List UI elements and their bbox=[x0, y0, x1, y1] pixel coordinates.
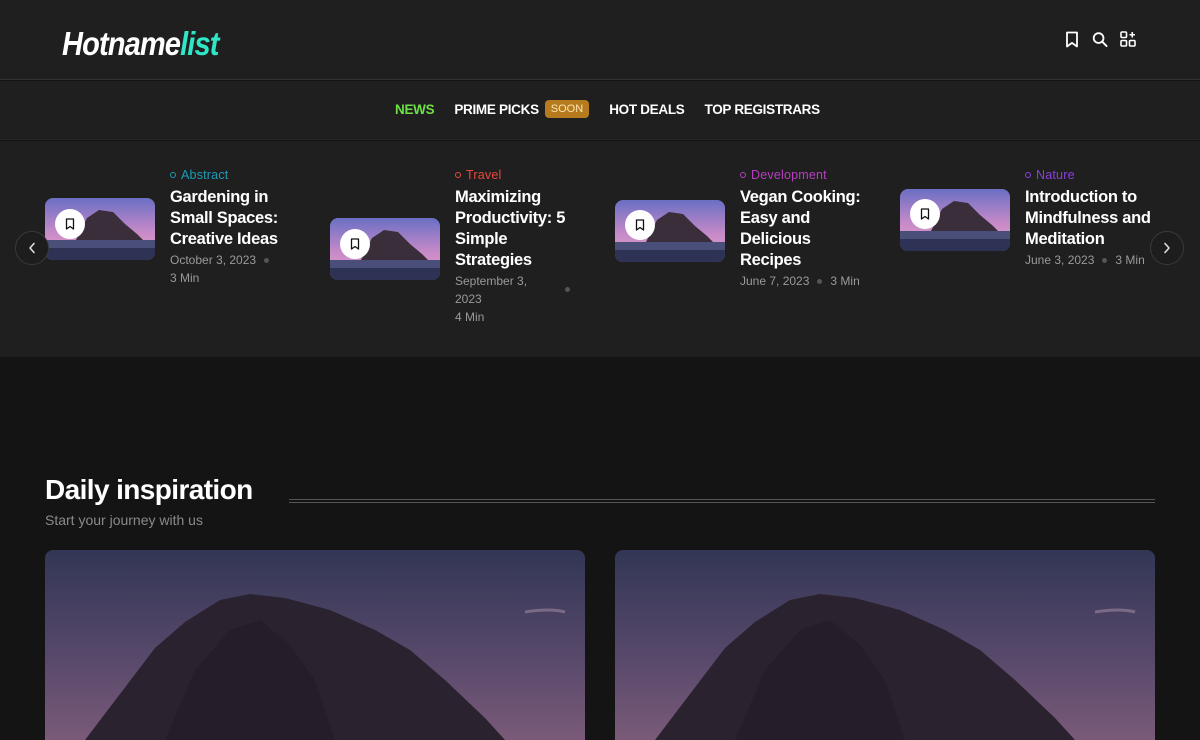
card-date: October 3, 2023 bbox=[170, 253, 257, 267]
card-category-label: Travel bbox=[466, 168, 502, 182]
card-read-time: 3 Min bbox=[170, 271, 200, 285]
bookmark-icon[interactable] bbox=[625, 210, 655, 240]
category-dot-icon bbox=[740, 172, 746, 178]
nav-item-label: NEWS bbox=[395, 101, 435, 117]
card-title[interactable]: Vegan Cooking: Easy and Delicious Recipe… bbox=[740, 187, 868, 271]
card-category[interactable]: Development bbox=[740, 168, 827, 182]
card-category[interactable]: Abstract bbox=[170, 168, 228, 182]
card-category-label: Abstract bbox=[181, 168, 229, 182]
post-card-image[interactable] bbox=[45, 550, 585, 740]
card-date: June 7, 2023 bbox=[740, 274, 810, 288]
card-title[interactable]: Maximizing Productivity: 5 Simple Strate… bbox=[455, 187, 580, 271]
nav-item-news[interactable]: NEWS bbox=[395, 101, 435, 117]
nav-item-prime-picks[interactable]: PRIME PICKS SOON bbox=[454, 100, 590, 118]
search-icon[interactable] bbox=[1092, 30, 1108, 48]
header-actions bbox=[1064, 30, 1136, 48]
bookmark-icon[interactable] bbox=[910, 199, 940, 229]
nav-menu: NEWS PRIME PICKS SOON HOT DEALS TOP REGIS… bbox=[395, 100, 820, 118]
chevron-right-icon bbox=[1164, 242, 1170, 254]
category-dot-icon bbox=[455, 172, 461, 178]
logo-text-primary: Hotname bbox=[62, 25, 181, 62]
card-read-time: 4 Min bbox=[455, 310, 485, 324]
bookmark-icon[interactable] bbox=[1064, 30, 1080, 48]
card-category[interactable]: Travel bbox=[455, 168, 501, 182]
nav-item-hot-deals[interactable]: HOT DEALS bbox=[609, 101, 685, 117]
post-card-image[interactable] bbox=[615, 550, 1155, 740]
nav-item-label: TOP REGISTRARS bbox=[704, 101, 821, 117]
bookmark-icon[interactable] bbox=[340, 229, 370, 259]
card-date: June 3, 2023 bbox=[1025, 253, 1095, 267]
site-logo[interactable]: Hotnamelist bbox=[62, 26, 219, 62]
meta-separator bbox=[1102, 258, 1108, 264]
bookmark-icon[interactable] bbox=[55, 209, 85, 239]
featured-carousel: Abstract Gardening in Small Spaces: Crea… bbox=[0, 141, 1200, 357]
chevron-left-icon bbox=[29, 242, 35, 254]
card-category[interactable]: Nature bbox=[1025, 168, 1075, 182]
meta-separator bbox=[817, 279, 823, 285]
card-category-label: Development bbox=[751, 168, 827, 182]
meta-separator bbox=[264, 258, 270, 264]
card-meta: June 7, 2023 3 Min bbox=[740, 272, 890, 290]
site-header: Hotnamelist bbox=[0, 0, 1200, 80]
meta-separator bbox=[565, 287, 570, 292]
section-subtitle: Start your journey with us bbox=[45, 512, 203, 528]
card-title[interactable]: Gardening in Small Spaces: Creative Idea… bbox=[170, 187, 295, 250]
category-dot-icon bbox=[1025, 172, 1031, 178]
card-read-time: 3 Min bbox=[1115, 253, 1145, 267]
card-category-label: Nature bbox=[1036, 168, 1075, 182]
nav-item-label: PRIME PICKS bbox=[454, 101, 539, 117]
carousel-next-button[interactable] bbox=[1150, 231, 1184, 265]
card-meta: October 3, 2023 3 Min bbox=[170, 251, 290, 287]
section-divider bbox=[289, 499, 1155, 503]
card-date: September 3, 2023 bbox=[455, 274, 528, 306]
card-meta: September 3, 2023 4 Min bbox=[455, 272, 540, 326]
soon-badge: SOON bbox=[544, 100, 590, 118]
category-dot-icon bbox=[170, 172, 176, 178]
card-read-time: 3 Min bbox=[830, 274, 860, 288]
apps-icon[interactable] bbox=[1120, 30, 1136, 48]
nav-item-top-registrars[interactable]: TOP REGISTRARS bbox=[704, 101, 821, 117]
carousel-prev-button[interactable] bbox=[15, 231, 49, 265]
nav-item-label: HOT DEALS bbox=[609, 101, 685, 117]
section-title: Daily inspiration bbox=[45, 474, 253, 505]
logo-text-accent: list bbox=[180, 25, 219, 62]
main-nav: NEWS PRIME PICKS SOON HOT DEALS TOP REGIS… bbox=[0, 81, 1200, 140]
